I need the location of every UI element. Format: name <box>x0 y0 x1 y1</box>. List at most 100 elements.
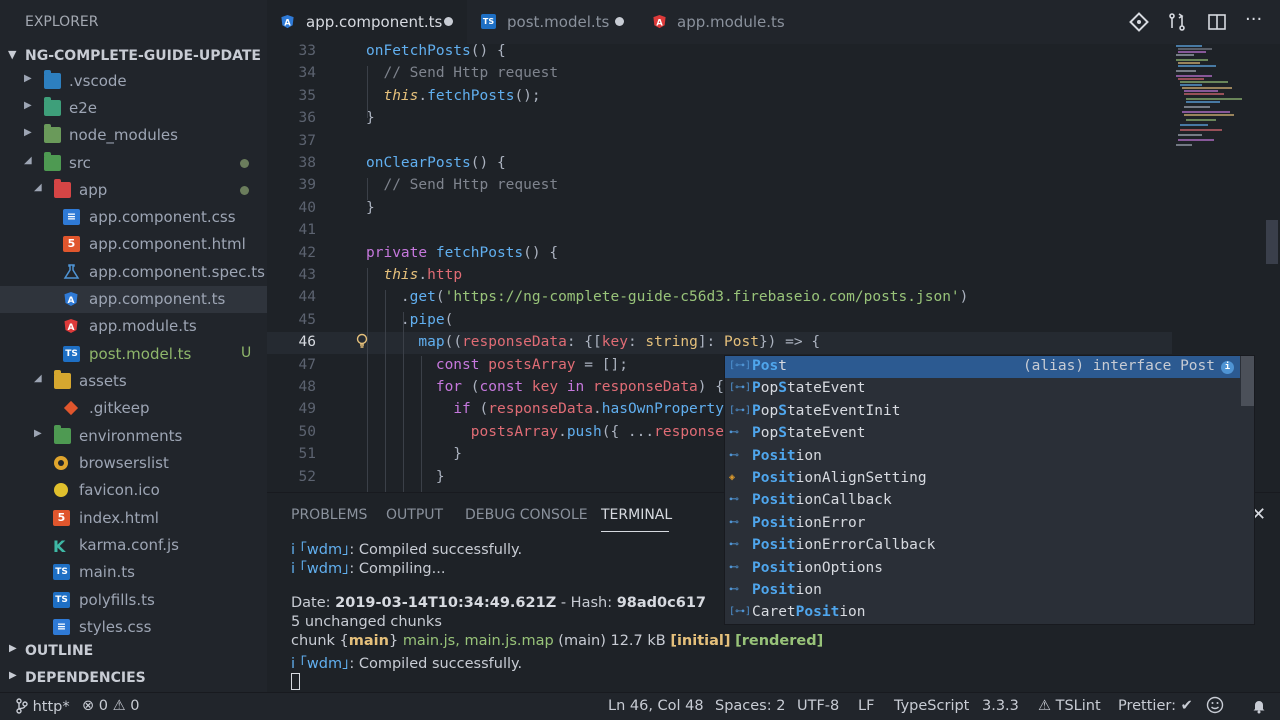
tree-item-post-model-ts[interactable]: TS post.model.ts U <box>0 341 267 368</box>
tree-item-karma-conf[interactable]: K karma.conf.js <box>0 532 267 559</box>
code-line[interactable]: this.fetchPosts(); <box>366 88 540 104</box>
tab-terminal[interactable]: TERMINAL <box>601 507 672 523</box>
tree-item-src[interactable]: ◢ src <box>0 150 267 177</box>
tab-post-model-ts[interactable]: TS post.model.ts <box>467 0 639 44</box>
date-value: 2019-03-14T10:34:49.621Z <box>335 595 557 611</box>
code-line[interactable]: // Send Http request <box>366 65 558 81</box>
indent-guide <box>385 290 386 492</box>
code-line[interactable]: } <box>366 200 375 216</box>
code-line[interactable]: // Send Http request <box>366 177 558 193</box>
split-editor-icon[interactable] <box>1207 12 1227 32</box>
tslint-label: TSLint <box>1055 698 1101 714</box>
tree-item-node-modules[interactable]: ▶ node_modules <box>0 122 267 149</box>
code-token: fetchPosts <box>435 244 524 261</box>
tree-item-main-ts[interactable]: TS main.ts <box>0 559 267 586</box>
code-line[interactable]: onFetchPosts() { <box>366 44 506 59</box>
outline-label: OUTLINE <box>25 643 94 659</box>
suggest-item[interactable]: ⊷ PositionError <box>725 513 1240 535</box>
tree-item-vscode[interactable]: ▶ .vscode <box>0 68 267 95</box>
language-mode[interactable]: TypeScript <box>894 698 969 714</box>
suggest-item[interactable]: ⊷ Position <box>725 580 1240 602</box>
tree-item-gitkeep[interactable]: .gitkeep <box>0 395 267 422</box>
dependencies-section[interactable]: ▶ DEPENDENCIES <box>0 665 267 691</box>
git-compare-icon[interactable] <box>1129 12 1149 32</box>
suggest-item[interactable]: [⊶] PopStateEvent <box>725 378 1240 400</box>
code-line[interactable]: for (const key in responseData) { <box>366 379 724 395</box>
tab-output[interactable]: OUTPUT <box>386 507 443 523</box>
suggest-text: tateEvent <box>786 380 866 397</box>
suggest-item[interactable]: [⊶] CaretPosition <box>725 602 1240 624</box>
scrollbar-thumb[interactable] <box>1266 220 1278 264</box>
chevron-down-icon: ◢ <box>34 373 42 384</box>
suggest-text: Caret <box>752 604 796 621</box>
code-line[interactable]: onClearPosts() { <box>366 155 506 171</box>
tree-item-polyfills-ts[interactable]: TS polyfills.ts <box>0 587 267 614</box>
chevron-down-icon: ▼ <box>8 48 17 61</box>
tree-item-app-component-css[interactable]: ≡ app.component.css <box>0 204 267 231</box>
tree-item-e2e[interactable]: ▶ e2e <box>0 95 267 122</box>
suggest-item[interactable]: ⊷ Position <box>725 446 1240 468</box>
suggest-item[interactable]: ⊷ PositionCallback <box>725 490 1240 512</box>
prettier-status[interactable]: Prettier: ✔ <box>1118 698 1193 714</box>
line-number: 45 <box>298 311 316 328</box>
suggest-item[interactable]: [⊶] Post (alias) interface Post i <box>725 356 1240 379</box>
unsaved-dot[interactable] <box>444 17 453 26</box>
error-icon: ⊗ <box>82 698 95 714</box>
tree-item-label: app.component.spec.ts <box>89 263 265 281</box>
tslint-item[interactable]: ⚠ TSLint <box>1038 698 1101 714</box>
code-line[interactable]: this.http <box>366 267 462 283</box>
suggest-item[interactable]: ⊷ PositionOptions <box>725 558 1240 580</box>
lightbulb-icon[interactable] <box>355 333 369 353</box>
typescript-version[interactable]: 3.3.3 <box>982 698 1019 714</box>
project-folder-header[interactable]: ▼ NG-COMPLETE-GUIDE-UPDATE <box>0 46 267 68</box>
problems-item[interactable]: ⊗ 0 ⚠ 0 <box>82 698 139 714</box>
tab-app-module-ts[interactable]: A app.module.ts <box>639 0 799 44</box>
feedback-smiley-icon[interactable] <box>1206 696 1224 718</box>
suggest-item[interactable]: ◈ PositionAlignSetting <box>725 468 1240 490</box>
tree-item-app-module-ts[interactable]: A app.module.ts <box>0 313 267 340</box>
date-label: Date: <box>291 595 336 611</box>
tree-item-index-html[interactable]: 5 index.html <box>0 505 267 532</box>
tab-debug-console[interactable]: DEBUG CONSOLE <box>465 507 588 523</box>
minimap[interactable] <box>1172 44 1264 164</box>
tree-item-environments[interactable]: ▶ environments <box>0 423 267 450</box>
tree-item-app[interactable]: ◢ app <box>0 177 267 204</box>
code-line[interactable]: } <box>366 469 445 485</box>
info-icon[interactable]: i <box>1221 361 1234 374</box>
indentation[interactable]: Spaces: 2 <box>715 698 785 714</box>
code-token: ( <box>470 379 480 395</box>
code-line[interactable]: map((responseData: {[key: string]: Post}… <box>366 334 820 350</box>
cursor-position[interactable]: Ln 46, Col 48 <box>608 698 704 714</box>
suggest-item[interactable]: [⊶] PopStateEventInit <box>725 401 1240 423</box>
autocomplete-suggest-widget[interactable]: [⊶] Post (alias) interface Post i [⊶] PopStat… <box>724 355 1255 625</box>
tree-item-assets[interactable]: ◢ assets <box>0 368 267 395</box>
editor-scrollbar[interactable] <box>1264 44 1280 492</box>
outline-section[interactable]: ▶ OUTLINE <box>0 638 267 664</box>
suggest-item[interactable]: ⊷ PopStateEvent <box>725 423 1240 445</box>
line-number: 44 <box>298 289 316 306</box>
code-line[interactable]: private fetchPosts() { <box>366 245 558 261</box>
git-branch-item[interactable]: http* <box>16 698 70 715</box>
line-ending[interactable]: LF <box>858 698 874 714</box>
file-encoding[interactable]: UTF-8 <box>797 698 839 714</box>
code-line[interactable]: .get('https://ng-complete-guide-c56d3.fi… <box>366 289 968 305</box>
tab-problems[interactable]: PROBLEMS <box>291 507 367 523</box>
log-text: : Compiled successfully. <box>349 656 523 672</box>
suggest-scrollbar[interactable] <box>1241 356 1254 406</box>
suggest-item[interactable]: ⊷ PositionErrorCallback <box>725 535 1240 557</box>
code-line[interactable]: .pipe( <box>366 312 453 328</box>
tree-item-app-component-spec[interactable]: app.component.spec.ts <box>0 259 267 286</box>
tree-item-app-component-html[interactable]: 5 app.component.html <box>0 231 267 258</box>
more-actions-icon[interactable]: ··· <box>1245 9 1265 30</box>
tab-app-component-ts[interactable]: A app.component.ts <box>267 0 467 44</box>
modified-dot <box>240 186 249 195</box>
unsaved-dot[interactable] <box>615 17 624 26</box>
code-line[interactable]: const postsArray = []; <box>366 357 628 373</box>
tree-item-favicon[interactable]: favicon.ico <box>0 477 267 504</box>
tree-item-app-component-ts[interactable]: A app.component.ts <box>0 286 267 313</box>
open-changes-icon[interactable] <box>1167 12 1187 32</box>
tree-item-styles-css[interactable]: ≡ styles.css <box>0 614 267 641</box>
tree-item-browserslist[interactable]: browserslist <box>0 450 267 477</box>
notifications-bell-icon[interactable] <box>1252 698 1266 718</box>
code-line[interactable]: } <box>366 446 462 462</box>
